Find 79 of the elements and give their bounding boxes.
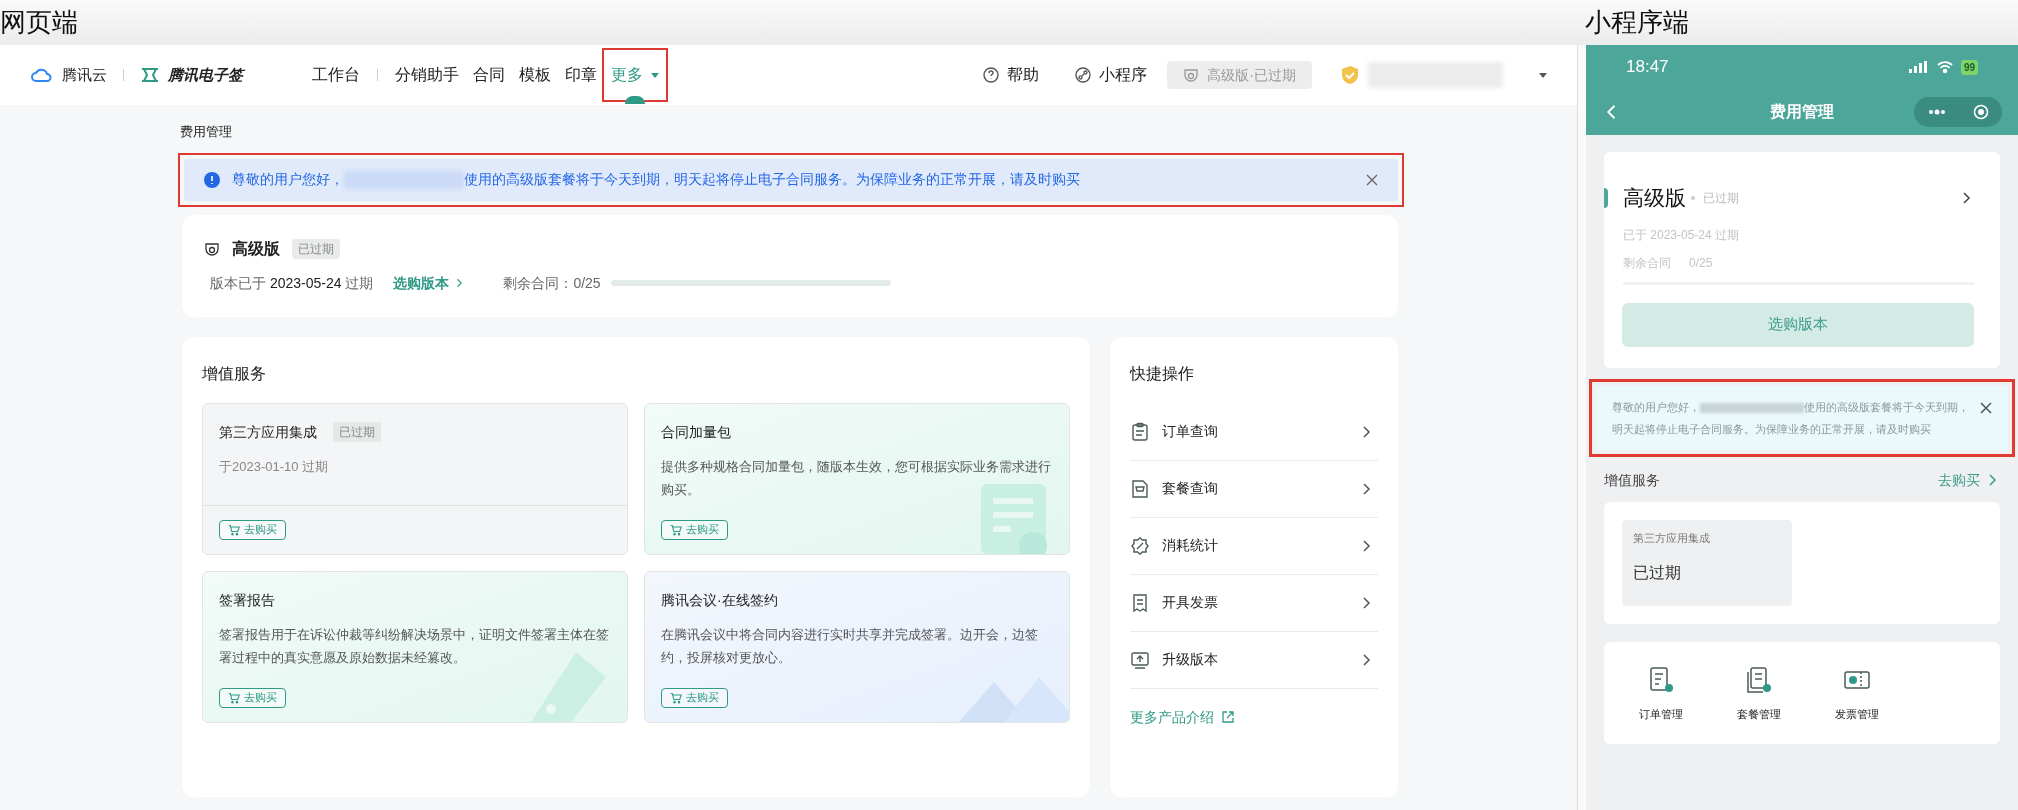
cloud-brand-name: 腾讯云: [62, 64, 107, 85]
section-title: 增值服务: [202, 363, 267, 384]
shortcut-item[interactable]: 订单管理: [1622, 663, 1700, 723]
status-tag: 已过期: [292, 238, 340, 259]
close-icon[interactable]: [1366, 173, 1378, 186]
screen-title: 费用管理: [1770, 102, 1834, 122]
plan-name: 高级版: [232, 238, 280, 259]
badge-percent-icon: [1130, 535, 1150, 556]
service-description: 签署报告用于在诉讼仲裁等纠纷解决场景中，证明文件签署主体在签署过程中的真实意愿及原始数据未经篡改。: [219, 625, 610, 667]
plan-name: 高级版: [1623, 185, 1686, 211]
caret-icon[interactable]: [1539, 71, 1547, 79]
battery-indicator: 99: [1960, 59, 1978, 75]
cart-icon: [228, 523, 240, 536]
notice-text: 尊敬的用户您好， 使用的高级版套餐将于今天到期，明天起将停止电子合同服务。为保障业务的正常开展，请及时购买: [1612, 400, 1970, 437]
section-title: 快捷操作: [1130, 363, 1195, 384]
web-version-label: 网页端: [0, 6, 79, 39]
service-title: 签署报告: [219, 590, 275, 610]
nav-tab[interactable]: 更多: [604, 50, 666, 100]
upload-icon: [1130, 649, 1150, 670]
service-title: 第三方应用集成: [219, 422, 317, 442]
service-title: 合同加量包: [661, 422, 731, 442]
mini-program-button[interactable]: 小程序: [1075, 63, 1148, 87]
wifi-icon: [1936, 61, 1953, 73]
mini-program-label: 小程序端: [1585, 6, 1689, 39]
service-description: 在腾讯会议中将合同内容进行实时共享并完成签署。边开会，边签约，投屏核对更放心。: [661, 625, 1039, 667]
nav-tab[interactable]: 模板: [512, 50, 558, 100]
close-icon[interactable]: [1980, 402, 1992, 414]
quick-action-item[interactable]: 开具发票: [1130, 574, 1378, 632]
quick-action-item[interactable]: 消耗统计: [1130, 517, 1378, 575]
clipboard-icon: [1130, 421, 1150, 442]
quick-action-item[interactable]: 套餐查询: [1130, 460, 1378, 518]
medal-icon: [204, 240, 220, 257]
shortcut-item[interactable]: 发票管理: [1818, 663, 1896, 723]
cart-icon: [670, 523, 682, 536]
quick-action-item[interactable]: 升级版本: [1130, 631, 1378, 689]
product-brand-name: 腾讯电子签: [168, 64, 243, 85]
more-icon: [1927, 108, 1947, 116]
service-status: 已过期: [1633, 562, 1682, 583]
medal-icon: [1183, 67, 1200, 83]
cart-icon: [670, 691, 682, 704]
active-indicator: [625, 96, 645, 104]
alert-message: 使用的高级版套餐将于今天到期，明天起将停止电子合同服务。为保障业务的正常开展，请及时购买: [464, 170, 1080, 189]
cart-icon: [228, 691, 240, 704]
expiry-text: 版本已于 2023-05-24 过期: [210, 273, 374, 293]
nav-tab[interactable]: 印章: [558, 50, 604, 100]
nav-tab[interactable]: 合同: [466, 50, 512, 100]
buy-plan-link[interactable]: 选购版本: [393, 272, 466, 294]
help-icon: [983, 67, 1000, 83]
external-link-icon: [1222, 711, 1234, 723]
service-tile[interactable]: 第三方应用集成 已过期: [1622, 520, 1792, 606]
more-products-link[interactable]: 更多产品介绍: [1130, 706, 1378, 728]
capsule-menu[interactable]: [1914, 97, 2002, 127]
cart-icon: [1130, 478, 1150, 499]
status-tag: 已过期: [333, 422, 381, 442]
service-title: 第三方应用集成: [1633, 531, 1711, 546]
help-button[interactable]: 帮助: [983, 63, 1040, 87]
esign-logo-icon: [140, 67, 160, 83]
info-icon: [204, 171, 220, 188]
shield-check-icon: [1340, 65, 1360, 85]
accent-bar: [1604, 187, 1608, 208]
status-time: 18:47: [1626, 56, 1669, 79]
service-description: 于2023-01-10 过期: [219, 457, 330, 476]
signal-icon: [1908, 61, 1929, 73]
receipt-icon: [1130, 592, 1150, 613]
cloud-logo-icon: [30, 67, 54, 83]
nav-tab[interactable]: 工作台: [305, 50, 367, 100]
remaining-contracts: 剩余合同：0/25: [503, 273, 601, 293]
alert-greeting: 尊敬的用户您好，: [232, 170, 344, 189]
service-title: 腾讯会议·在线签约: [661, 590, 778, 610]
target-icon: [1973, 104, 1989, 120]
service-description: 提供多种规格合同加量包，随版本生效，您可根据实际业务需求进行购买。: [661, 457, 1052, 499]
page-title: 费用管理: [180, 123, 233, 141]
nav-tab[interactable]: 分销助手: [388, 50, 466, 100]
section-title: 增值服务: [1604, 470, 1660, 490]
link-icon: [1075, 67, 1092, 83]
shortcut-item[interactable]: 套餐管理: [1720, 663, 1798, 723]
quick-action-item[interactable]: 订单查询: [1130, 403, 1378, 461]
remaining-count: 0/25: [1689, 254, 1713, 272]
plan-status: 已过期: [1703, 189, 1739, 207]
